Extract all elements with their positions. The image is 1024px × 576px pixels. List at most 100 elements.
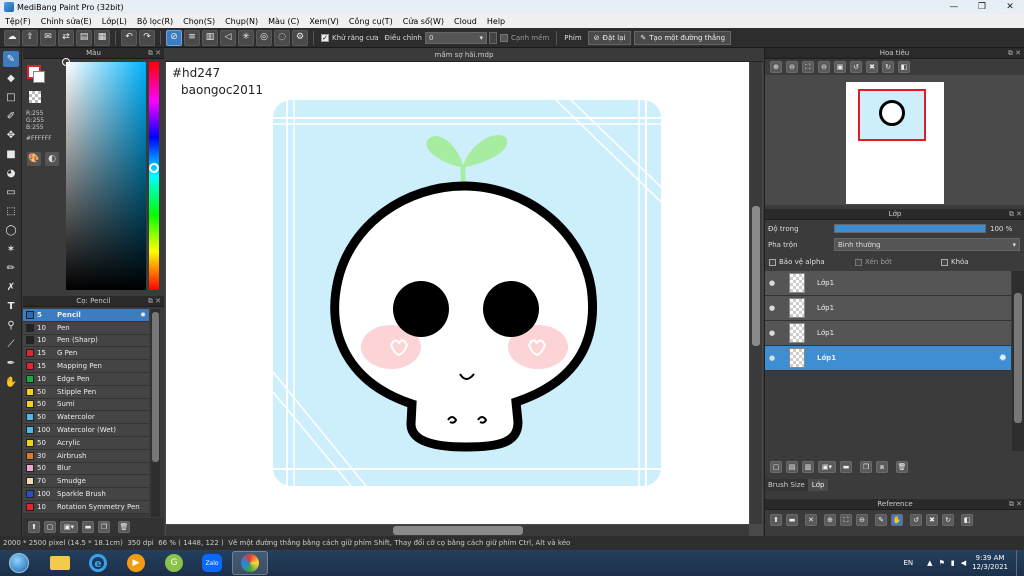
- move-tool-icon[interactable]: ✥: [3, 127, 19, 143]
- ie-taskbar-icon[interactable]: e: [80, 551, 116, 575]
- layer-scrollbar-thumb[interactable]: [1014, 293, 1022, 423]
- flag-icon[interactable]: ⚑: [939, 559, 945, 567]
- zalo-taskbar-icon[interactable]: Zalo: [194, 551, 230, 575]
- brush-menu-icon[interactable]: ▣▾: [60, 521, 78, 533]
- visibility-icon[interactable]: ●: [765, 279, 779, 287]
- text-tool-icon[interactable]: T: [3, 298, 19, 314]
- brush-item[interactable]: 10 Edge Pen: [23, 372, 149, 386]
- panel-controls-icon[interactable]: ⧉ ✕: [148, 297, 161, 306]
- vertical-scrollbar-thumb[interactable]: [752, 206, 760, 346]
- snap-circle-icon[interactable]: ◎: [256, 29, 272, 46]
- dot-tool-icon[interactable]: □: [3, 89, 19, 105]
- volume-icon[interactable]: ◀: [961, 559, 966, 567]
- clipping-checkbox[interactable]: [855, 258, 862, 266]
- reset-button[interactable]: ⊘ Đặt lại: [587, 30, 632, 45]
- menu-color[interactable]: Màu (C): [263, 17, 304, 26]
- menu-layer[interactable]: Lớp(L): [97, 17, 132, 26]
- clock[interactable]: 9:39 AM 12/3/2021: [972, 554, 1008, 572]
- brush-scrollbar[interactable]: [151, 309, 160, 517]
- duplicate-layer-icon[interactable]: ❐: [860, 461, 872, 473]
- snap-grid-icon[interactable]: ▥: [202, 29, 218, 46]
- opacity-slider[interactable]: [834, 224, 986, 233]
- trash-icon[interactable]: 🗑: [118, 521, 130, 533]
- brush-item[interactable]: 50 Sumi: [23, 398, 149, 412]
- menu-snap[interactable]: Chụp(N): [220, 17, 263, 26]
- menu-window[interactable]: Cửa sổ(W): [398, 17, 449, 26]
- brush-item[interactable]: 100 Watercolor (Wet): [23, 424, 149, 437]
- copy-brush-icon[interactable]: ▢: [44, 521, 56, 533]
- zoom-in-icon[interactable]: ⊕: [824, 514, 836, 526]
- transparent-swatch[interactable]: [29, 91, 41, 103]
- brush-item[interactable]: 50 Blur: [23, 462, 149, 476]
- layer-row[interactable]: ● Lớp1: [765, 296, 1011, 321]
- color-picker-handle[interactable]: [62, 58, 70, 66]
- menu-cloud[interactable]: Cloud: [449, 17, 482, 26]
- cloud-icon[interactable]: ☁: [4, 29, 20, 46]
- pen-tool-icon[interactable]: ✐: [3, 108, 19, 124]
- line-button[interactable]: ✎ Tạo một đường thẳng: [634, 30, 732, 45]
- explorer-taskbar-icon[interactable]: [42, 551, 78, 575]
- palette-icon[interactable]: 🎨: [27, 152, 41, 166]
- zoom-out-icon[interactable]: ⊖: [856, 514, 868, 526]
- layer-row-active[interactable]: ● Lớp1 ✹: [765, 346, 1011, 371]
- brush-item[interactable]: 100 Sparkle Brush: [23, 488, 149, 501]
- tab-layer[interactable]: Lớp: [807, 479, 829, 491]
- save-icon[interactable]: ▤: [76, 29, 92, 46]
- add-brush-icon[interactable]: ⬆: [28, 521, 40, 533]
- network-icon[interactable]: ▮: [951, 559, 955, 567]
- start-button[interactable]: [4, 551, 34, 575]
- visibility-icon[interactable]: ●: [765, 354, 779, 362]
- rotate-right-icon[interactable]: ↻: [942, 514, 954, 526]
- clipping-option[interactable]: Xén bớt: [855, 258, 892, 266]
- menu-help[interactable]: Help: [482, 17, 510, 26]
- navigator-viewport[interactable]: [858, 89, 926, 141]
- flip-icon[interactable]: ◧: [898, 61, 910, 73]
- layer-menu-icon[interactable]: ▣▾: [818, 461, 836, 473]
- fit-icon[interactable]: ⛶: [840, 514, 852, 526]
- panel-controls-icon[interactable]: ⧉ ✕: [148, 49, 161, 58]
- undo-icon[interactable]: ↶: [121, 29, 137, 46]
- menu-edit[interactable]: Chỉnh sửa(E): [36, 17, 97, 26]
- grid-icon[interactable]: ▦: [94, 29, 110, 46]
- protect-alpha-checkbox[interactable]: [769, 258, 776, 266]
- correction-select[interactable]: 0 ▾: [425, 31, 487, 44]
- medibang-taskbar-icon[interactable]: [232, 551, 268, 575]
- upload-icon[interactable]: ⇪: [22, 29, 38, 46]
- horizontal-scrollbar-thumb[interactable]: [393, 526, 523, 535]
- new-halftone-layer-icon[interactable]: ▤: [786, 461, 798, 473]
- maximize-button[interactable]: ❐: [968, 0, 996, 14]
- menu-view[interactable]: Xem(V): [304, 17, 344, 26]
- rotate-left-icon[interactable]: ↺: [850, 61, 862, 73]
- gear-icon[interactable]: ✹: [999, 353, 1007, 364]
- antialias-checkbox[interactable]: ✓: [321, 33, 329, 42]
- share-icon[interactable]: ⇄: [58, 29, 74, 46]
- merge-layer-icon[interactable]: ⧈: [876, 461, 888, 473]
- visibility-icon[interactable]: ●: [765, 304, 779, 312]
- menu-file[interactable]: Tệp(F): [0, 17, 36, 26]
- correction-dropdown[interactable]: [489, 31, 497, 44]
- new-layer-icon[interactable]: ▢: [770, 461, 782, 473]
- select-eraser-icon[interactable]: ✗: [3, 279, 19, 295]
- lock-option[interactable]: Khóa: [941, 258, 969, 266]
- layer-row[interactable]: ● Lớp1: [765, 321, 1011, 346]
- fit-icon[interactable]: ⛶: [802, 61, 814, 73]
- menu-tools[interactable]: Công cụ(T): [344, 17, 398, 26]
- new-8bit-layer-icon[interactable]: ▥: [802, 461, 814, 473]
- select-tool-icon[interactable]: ⬚: [3, 203, 19, 219]
- upload-icon[interactable]: ⬆: [770, 514, 782, 526]
- eraser-tool-icon[interactable]: ◆: [3, 70, 19, 86]
- close-button[interactable]: ✕: [996, 0, 1024, 14]
- rotate-right-icon[interactable]: ↻: [882, 61, 894, 73]
- lock-checkbox[interactable]: [941, 258, 948, 266]
- brush-tool-icon[interactable]: ✎: [3, 51, 19, 67]
- magic-wand-icon[interactable]: ✶: [3, 241, 19, 257]
- zoom-out-icon[interactable]: ⊖: [786, 61, 798, 73]
- scrollbar-thumb[interactable]: [152, 312, 159, 462]
- folder-icon[interactable]: ▬: [840, 461, 852, 473]
- hue-handle[interactable]: [149, 163, 159, 173]
- protect-alpha-option[interactable]: Bảo vệ alpha: [769, 258, 825, 266]
- redo-icon[interactable]: ↷: [139, 29, 155, 46]
- rotate-left-icon[interactable]: ↺: [910, 514, 922, 526]
- lasso-tool-icon[interactable]: ◯: [3, 222, 19, 238]
- secondary-color-swatch[interactable]: [33, 71, 45, 83]
